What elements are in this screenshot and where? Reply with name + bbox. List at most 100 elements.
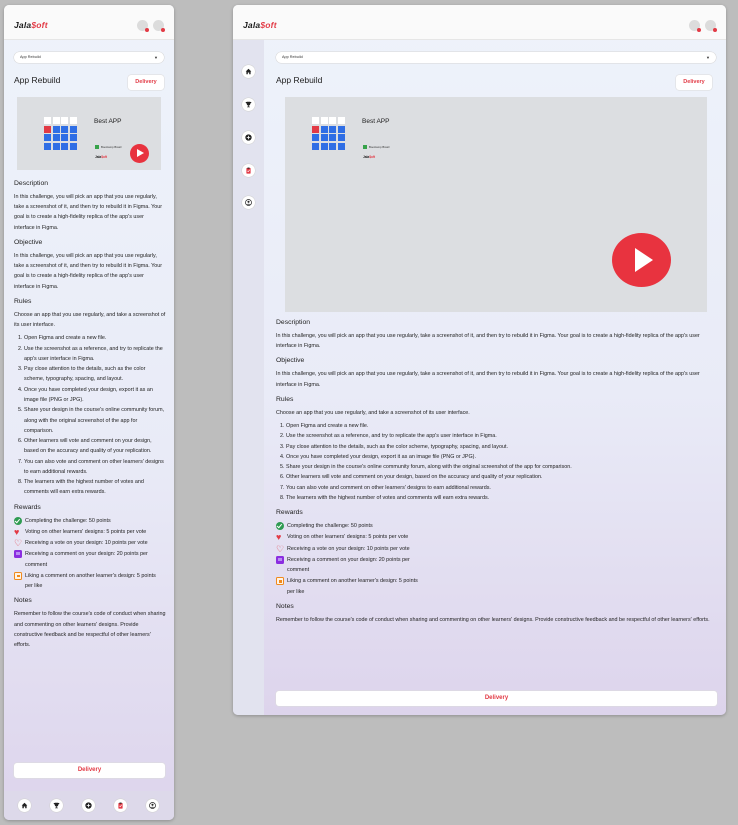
sidebar-nav [233,40,264,715]
challenge-select[interactable]: App Rebuild ▼ [14,52,164,63]
page-title: App Rebuild [14,75,61,85]
delivery-button-top[interactable]: Delivery [676,75,712,90]
clipboard-icon[interactable] [242,164,255,177]
rule-item: Open Figma and create a new file. [286,421,717,431]
reward-item: Liking a comment on another learner's de… [14,571,166,592]
reward-item: Liking a comment on another learner's de… [276,576,717,597]
delivery-button[interactable]: Delivery [276,691,717,706]
check-circle-icon [276,522,284,531]
video-title: Best APP [94,118,122,125]
video-player[interactable]: Best APP Bootcamp Brasil Jala$oft [17,97,161,170]
challenge-content: Description In this challenge, you will … [14,178,166,652]
trophy-icon[interactable] [50,799,63,812]
logo[interactable]: Jala$oft [243,20,277,30]
top-bar: Jala$oft [4,5,174,40]
rule-item: Other learners will vote and comment on … [24,436,166,457]
desktop-frame: Jala$oft App Rebuild ▼ App Rebuild Deliv… [233,5,726,715]
notes-heading: Notes [14,597,32,605]
add-circle-icon[interactable] [82,799,95,812]
video-brand-logo: Jala$oft [95,155,108,159]
rule-item: Share your design in the course's online… [24,405,166,436]
like-icon [276,577,284,586]
heart-outline-icon [276,545,284,553]
notifications-icon[interactable] [689,20,701,32]
rule-item: Once you have completed your design, exp… [286,452,717,462]
rule-item: Use the screenshot as a reference, and t… [24,344,166,365]
rewards-heading: Rewards [14,503,41,511]
like-icon [14,571,22,580]
clipboard-icon[interactable] [114,799,127,812]
top-bar: Jala$oft [233,5,726,40]
challenge-select-value: App Rebuild [282,55,303,59]
heart-icon [276,533,284,541]
reward-item: Completing the challenge: 50 points [276,521,717,531]
play-icon[interactable] [130,144,149,163]
bootcamp-logo: Bootcamp Brasil [363,145,389,149]
profile-icon[interactable] [153,20,165,32]
bottom-nav [4,791,174,820]
reward-item: Receiving a comment on your design: 20 p… [276,555,717,576]
rules-heading: Rules [276,395,294,403]
logo[interactable]: Jala$oft [14,20,48,30]
notes-heading: Notes [276,602,294,610]
mobile-frame: Jala$oft App Rebuild ▼ App Rebuild Deliv… [4,5,174,820]
home-icon[interactable] [18,799,31,812]
comment-icon [14,550,22,559]
profile-circle-icon[interactable] [242,196,255,209]
objective-heading: Objective [14,238,43,246]
chevron-down-icon: ▼ [706,55,710,60]
rule-item: You can also vote and comment on other l… [24,457,166,478]
reward-item: Receiving a vote on your design: 10 poin… [276,544,717,554]
check-circle-icon [14,516,22,525]
reward-item: Completing the challenge: 50 points [14,516,166,526]
rules-heading: Rules [14,297,32,305]
notes-text: Remember to follow the course's code of … [276,616,710,623]
rule-item: Other learners will vote and comment on … [286,472,717,482]
objective-text: In this challenge, you will pick an app … [276,371,700,388]
play-icon[interactable] [612,233,671,287]
description-text: In this challenge, you will pick an app … [14,193,163,231]
trophy-icon[interactable] [242,98,255,111]
rewards-heading: Rewards [276,509,303,517]
video-player[interactable]: Best APP Bootcamp Brasil Jala$oft [285,97,707,312]
delivery-button[interactable]: Delivery [14,763,165,778]
rule-item: Pay close attention to the details, such… [286,442,717,452]
profile-icon[interactable] [705,20,717,32]
video-title: Best APP [362,118,390,125]
rule-item: Once you have completed your design, exp… [24,385,166,406]
rules-intro: Choose an app that you use regularly, an… [276,409,470,416]
challenge-select[interactable]: App Rebuild ▼ [276,52,716,63]
description-text: In this challenge, you will pick an app … [276,332,700,350]
page-title: App Rebuild [276,75,323,85]
app-grid-illustration [44,117,77,150]
rule-item: The learners with the highest number of … [286,493,717,503]
rule-item: Pay close attention to the details, such… [24,364,166,385]
rules-list: Open Figma and create a new file. Use th… [276,421,717,503]
video-brand-logo: Jala$oft [363,155,376,159]
objective-text: In this challenge, you will pick an app … [14,252,163,290]
comment-icon [276,555,284,564]
heart-icon [14,528,22,536]
rule-item: Use the screenshot as a reference, and t… [286,431,717,441]
rule-item: Open Figma and create a new file. [24,333,166,343]
bootcamp-logo: Bootcamp Brasil [95,145,121,149]
description-heading: Description [14,180,48,187]
home-icon[interactable] [242,65,255,78]
reward-item: Receiving a vote on your design: 10 poin… [14,538,166,548]
notifications-icon[interactable] [137,20,149,32]
rules-intro: Choose an app that you use regularly, an… [14,311,166,329]
reward-item: Receiving a comment on your design: 20 p… [14,549,166,570]
rule-item: You can also vote and comment on other l… [286,483,717,493]
delivery-button-top[interactable]: Delivery [128,75,164,90]
rule-item: Share your design in the course's online… [286,462,717,472]
add-circle-icon[interactable] [242,131,255,144]
profile-circle-icon[interactable] [146,799,159,812]
reward-item: Voting on other learners' designs: 5 poi… [276,532,717,542]
challenge-select-value: App Rebuild [20,55,41,59]
rules-list: Open Figma and create a new file. Use th… [14,333,166,497]
reward-item: Voting on other learners' designs: 5 poi… [14,527,166,537]
rule-item: The learners with the highest number of … [24,477,166,498]
notes-text: Remember to follow the course's code of … [14,611,166,649]
heart-outline-icon [14,539,22,547]
challenge-content: Description In this challenge, you will … [276,317,717,627]
